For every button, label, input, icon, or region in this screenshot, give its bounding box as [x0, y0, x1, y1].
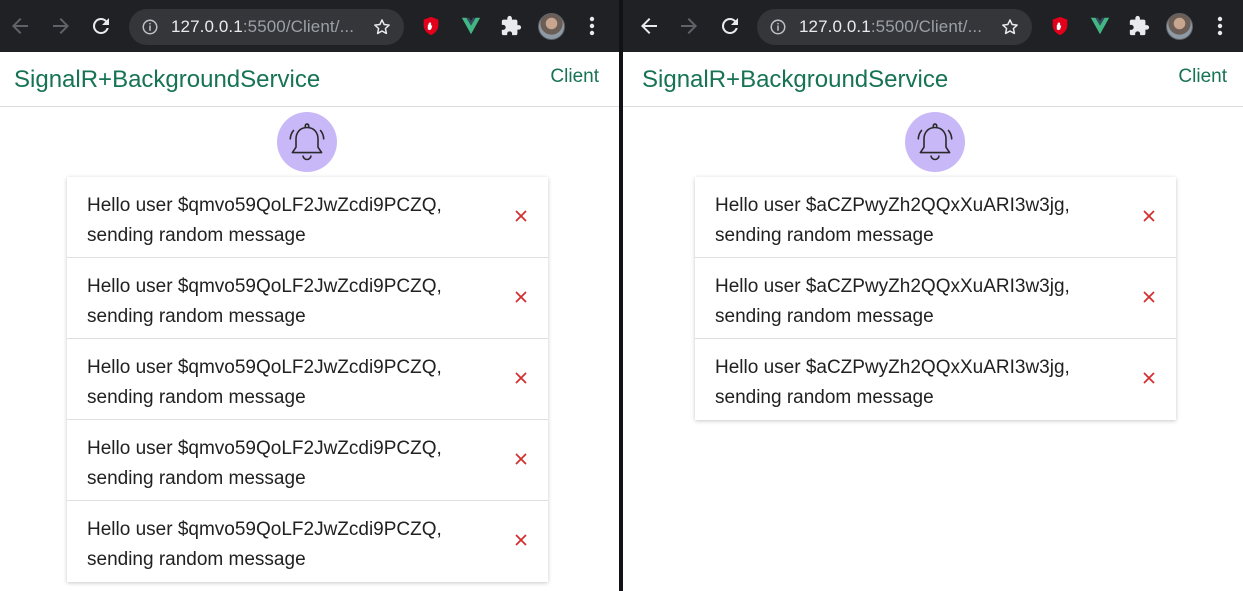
list-item: Hello user $aCZPwyZh2QQxXuARI3w3jg, sendi…	[695, 339, 1176, 420]
close-icon	[515, 372, 527, 384]
bell-icon	[289, 123, 325, 161]
star-icon[interactable]	[372, 17, 392, 37]
dismiss-button[interactable]	[514, 452, 528, 466]
close-icon	[515, 210, 527, 222]
message-text: Hello user $qmvo59QoLF2JwZcdi9PCZQ, sendi…	[87, 191, 487, 251]
message-line-2: sending random message	[87, 225, 306, 246]
dismiss-button[interactable]	[514, 533, 528, 547]
message-line-2: sending random message	[715, 225, 934, 246]
list-item: Hello user $qmvo59QoLF2JwZcdi9PCZQ, sendi…	[67, 177, 548, 258]
nav-link-client[interactable]: Client	[550, 66, 599, 88]
kebab-menu-icon[interactable]	[589, 16, 595, 36]
puzzle-icon[interactable]	[500, 15, 522, 37]
close-icon	[515, 453, 527, 465]
brand-title[interactable]: SignalR+BackgroundService	[642, 66, 948, 94]
forward-arrow-icon[interactable]	[677, 14, 701, 38]
back-arrow-icon[interactable]	[8, 14, 32, 38]
app-header: SignalR+BackgroundService Client	[0, 52, 619, 107]
brand-title[interactable]: SignalR+BackgroundService	[14, 66, 320, 94]
bell-icon	[917, 123, 953, 161]
message-text: Hello user $qmvo59QoLF2JwZcdi9PCZQ, sendi…	[87, 353, 487, 413]
notification-bell-button[interactable]	[905, 112, 965, 172]
puzzle-icon[interactable]	[1128, 15, 1150, 37]
avatar[interactable]	[538, 13, 565, 40]
message-line-1: Hello user $qmvo59QoLF2JwZcdi9PCZQ,	[87, 195, 442, 216]
message-line-2: sending random message	[715, 387, 934, 408]
message-line-1: Hello user $qmvo59QoLF2JwZcdi9PCZQ,	[87, 276, 442, 297]
close-icon	[1143, 210, 1155, 222]
ublock-icon[interactable]	[420, 15, 442, 37]
url-host: 127.0.0.1	[799, 17, 871, 36]
dismiss-button[interactable]	[514, 209, 528, 223]
info-icon[interactable]	[769, 18, 787, 36]
url-path: :5500/Client/...	[242, 17, 355, 36]
notification-bell-button[interactable]	[277, 112, 337, 172]
close-icon	[1143, 291, 1155, 303]
message-text: Hello user $aCZPwyZh2QQxXuARI3w3jg, sendi…	[715, 191, 1115, 251]
star-icon[interactable]	[1000, 17, 1020, 37]
list-item: Hello user $qmvo59QoLF2JwZcdi9PCZQ, sendi…	[67, 420, 548, 501]
vue-devtools-icon[interactable]	[460, 15, 482, 37]
dismiss-button[interactable]	[1142, 371, 1156, 385]
message-text: Hello user $aCZPwyZh2QQxXuARI3w3jg, sendi…	[715, 272, 1115, 332]
dismiss-button[interactable]	[514, 371, 528, 385]
url-path: :5500/Client/...	[870, 17, 983, 36]
info-icon[interactable]	[141, 18, 159, 36]
list-item: Hello user $qmvo59QoLF2JwZcdi9PCZQ, sendi…	[67, 339, 548, 420]
message-line-2: sending random message	[87, 549, 306, 570]
close-icon	[1143, 372, 1155, 384]
message-text: Hello user $qmvo59QoLF2JwZcdi9PCZQ, sendi…	[87, 515, 487, 575]
url-text: 127.0.0.1:5500/Client/...	[799, 17, 982, 37]
url-text: 127.0.0.1:5500/Client/...	[171, 17, 354, 37]
message-line-1: Hello user $qmvo59QoLF2JwZcdi9PCZQ,	[87, 519, 442, 540]
address-bar[interactable]: 127.0.0.1:5500/Client/...	[129, 9, 404, 45]
app-header: SignalR+BackgroundService Client	[623, 52, 1243, 107]
dismiss-button[interactable]	[1142, 209, 1156, 223]
message-line-1: Hello user $aCZPwyZh2QQxXuARI3w3jg,	[715, 276, 1070, 297]
dismiss-button[interactable]	[1142, 290, 1156, 304]
browser-toolbar: 127.0.0.1:5500/Client/...	[0, 0, 619, 52]
message-line-1: Hello user $qmvo59QoLF2JwZcdi9PCZQ,	[87, 357, 442, 378]
list-item: Hello user $aCZPwyZh2QQxXuARI3w3jg, sendi…	[695, 258, 1176, 339]
ublock-icon[interactable]	[1049, 15, 1071, 37]
avatar[interactable]	[1166, 13, 1193, 40]
message-line-1: Hello user $qmvo59QoLF2JwZcdi9PCZQ,	[87, 438, 442, 459]
reload-icon[interactable]	[718, 14, 742, 38]
browser-toolbar: 127.0.0.1:5500/Client/...	[623, 0, 1243, 52]
forward-arrow-icon[interactable]	[49, 14, 73, 38]
message-text: Hello user $qmvo59QoLF2JwZcdi9PCZQ, sendi…	[87, 272, 487, 332]
close-icon	[515, 534, 527, 546]
back-arrow-icon[interactable]	[637, 14, 661, 38]
kebab-menu-icon[interactable]	[1217, 16, 1223, 36]
reload-icon[interactable]	[89, 14, 113, 38]
message-text: Hello user $aCZPwyZh2QQxXuARI3w3jg, sendi…	[715, 353, 1115, 413]
message-text: Hello user $qmvo59QoLF2JwZcdi9PCZQ, sendi…	[87, 434, 487, 494]
browser-window-right: 127.0.0.1:5500/Client/... SignalR+Backgr…	[623, 0, 1243, 591]
message-line-1: Hello user $aCZPwyZh2QQxXuARI3w3jg,	[715, 357, 1070, 378]
close-icon	[515, 291, 527, 303]
browser-window-left: 127.0.0.1:5500/Client/... SignalR+Backgr…	[0, 0, 619, 591]
message-line-2: sending random message	[715, 306, 934, 327]
url-host: 127.0.0.1	[171, 17, 243, 36]
message-line-1: Hello user $aCZPwyZh2QQxXuARI3w3jg,	[715, 195, 1070, 216]
message-line-2: sending random message	[87, 387, 306, 408]
notification-list: Hello user $aCZPwyZh2QQxXuARI3w3jg, sendi…	[695, 177, 1176, 420]
list-item: Hello user $qmvo59QoLF2JwZcdi9PCZQ, sendi…	[67, 501, 548, 582]
notification-list: Hello user $qmvo59QoLF2JwZcdi9PCZQ, sendi…	[67, 177, 548, 582]
address-bar[interactable]: 127.0.0.1:5500/Client/...	[757, 9, 1032, 45]
nav-link-client[interactable]: Client	[1178, 66, 1227, 88]
list-item: Hello user $qmvo59QoLF2JwZcdi9PCZQ, sendi…	[67, 258, 548, 339]
dismiss-button[interactable]	[514, 290, 528, 304]
message-line-2: sending random message	[87, 306, 306, 327]
message-line-2: sending random message	[87, 468, 306, 489]
list-item: Hello user $aCZPwyZh2QQxXuARI3w3jg, sendi…	[695, 177, 1176, 258]
vue-devtools-icon[interactable]	[1089, 15, 1111, 37]
